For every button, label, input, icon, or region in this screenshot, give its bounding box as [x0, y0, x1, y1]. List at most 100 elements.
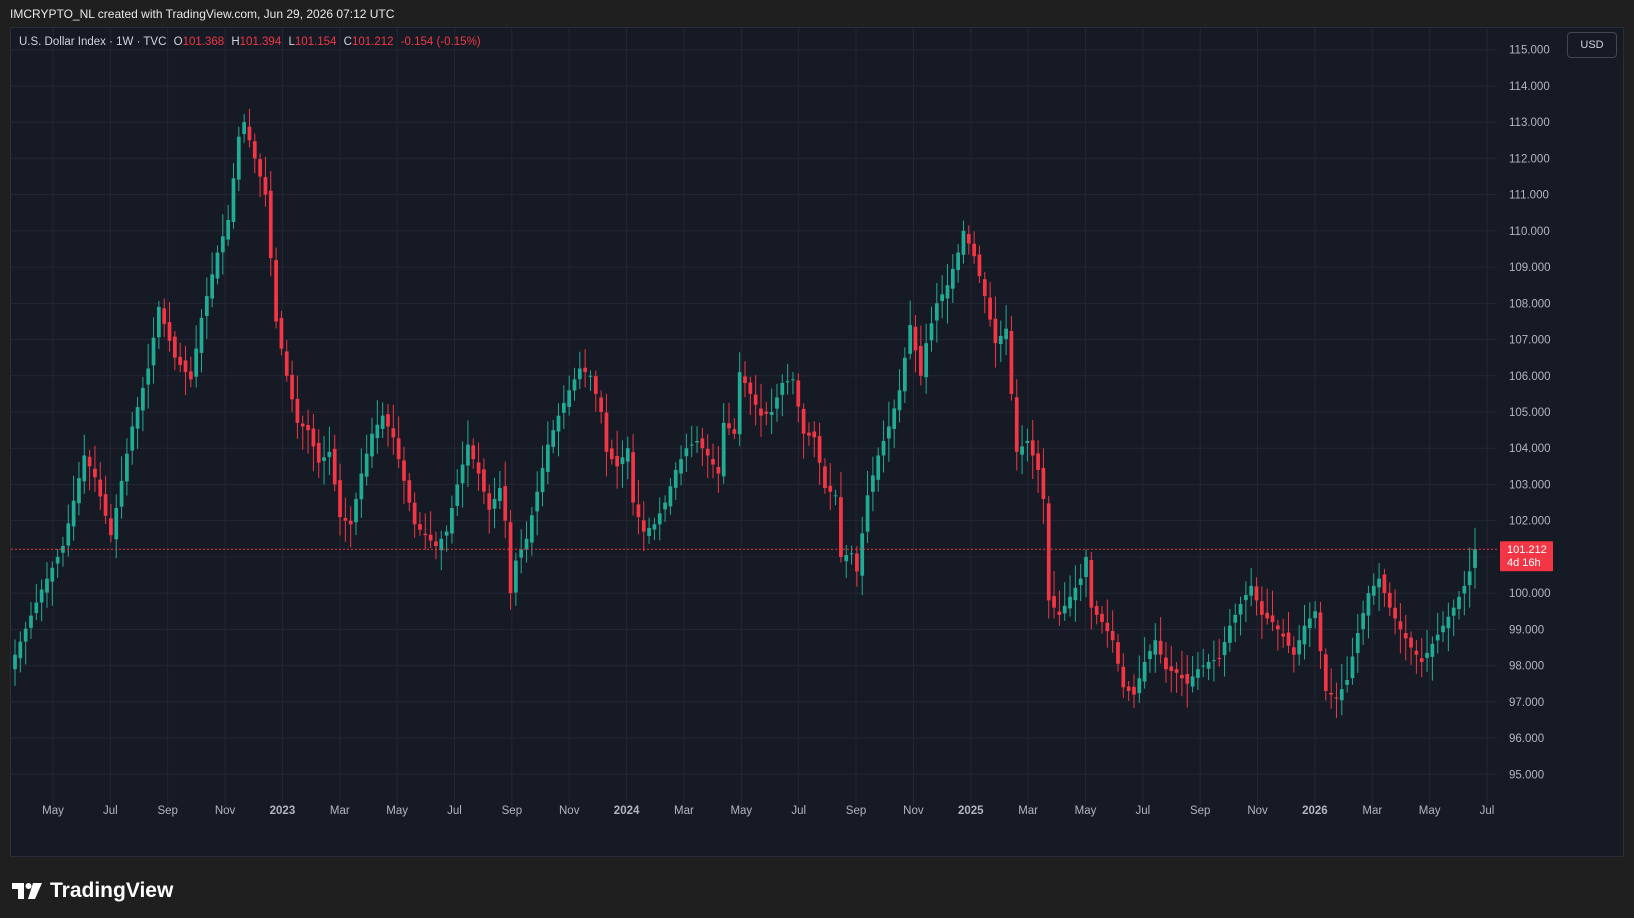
- candle-body: [609, 448, 614, 460]
- currency-button[interactable]: USD: [1567, 32, 1617, 58]
- candle-body: [1009, 330, 1014, 394]
- candle-body: [348, 520, 353, 525]
- candle-body: [519, 549, 524, 558]
- candle-body: [807, 432, 811, 436]
- caption-bar: IMCRYPTO_NL created with TradingView.com…: [0, 0, 1634, 28]
- candle-body: [716, 467, 721, 474]
- candle-body: [1201, 665, 1206, 667]
- candle-body: [1313, 611, 1318, 619]
- candle-body: [418, 524, 422, 530]
- y-tick-label: 98.000: [1509, 661, 1544, 673]
- candle-body: [652, 524, 657, 530]
- open-value: 101.368: [182, 36, 225, 48]
- candle-body: [375, 424, 380, 439]
- candle-body: [194, 348, 199, 377]
- candle-body: [956, 252, 961, 271]
- candle-body: [705, 448, 710, 456]
- x-tick-label: Nov: [559, 805, 580, 817]
- candle-body: [855, 553, 859, 572]
- time-axis[interactable]: May Jul Sep Nov 2023 Mar May Jul Sep Nov 2024 Mar Ma…: [42, 805, 1494, 817]
- x-tick-label: Sep: [1190, 805, 1210, 817]
- candle-body: [322, 457, 326, 461]
- candle-body: [1052, 596, 1056, 608]
- chart-panel[interactable]: 95.000 96.000 97.000 98.000 99.000 100.000 101…: [10, 27, 1624, 857]
- candle-body: [1425, 652, 1429, 658]
- candle-body: [466, 444, 470, 466]
- candle-body: [1339, 689, 1344, 701]
- y-tick-label: 102.000: [1509, 516, 1551, 528]
- y-tick-label: 103.000: [1509, 479, 1551, 491]
- candle-body: [1446, 616, 1451, 629]
- candle-body: [103, 494, 108, 516]
- candle-body: [487, 493, 492, 510]
- candle-body: [71, 500, 76, 527]
- candle-body: [769, 412, 774, 415]
- candle-body: [476, 462, 481, 474]
- candle-body: [1084, 556, 1088, 578]
- candle-body: [1105, 622, 1110, 632]
- candle-body: [753, 394, 758, 405]
- x-tick-label: Jul: [103, 805, 118, 817]
- candle-body: [572, 379, 577, 391]
- x-tick-label: Jul: [791, 805, 806, 817]
- y-tick-label: 108.000: [1509, 298, 1551, 310]
- candle-body: [588, 375, 593, 377]
- candle-body: [535, 491, 540, 512]
- candle-body: [1158, 640, 1163, 655]
- candle-body: [1068, 596, 1072, 609]
- candle-body: [167, 322, 172, 341]
- candle-body: [130, 426, 135, 451]
- tradingview-logo[interactable]: TradingView: [12, 879, 173, 903]
- high-label: H: [231, 36, 240, 48]
- candle-body: [849, 553, 854, 555]
- price-axis[interactable]: 95.000 96.000 97.000 98.000 99.000 100.000 101…: [1509, 45, 1551, 782]
- candle-body: [1078, 578, 1083, 585]
- y-tick-label: 112.000: [1509, 153, 1550, 165]
- candle-body: [748, 382, 753, 394]
- candle-body: [1126, 686, 1131, 691]
- candle-body: [972, 243, 976, 257]
- candle-body: [1228, 625, 1232, 643]
- candle-body: [1371, 585, 1376, 596]
- candle-body: [210, 274, 215, 299]
- candle-body: [1361, 613, 1365, 630]
- price-chart[interactable]: 95.000 96.000 97.000 98.000 99.000 100.000 101…: [11, 28, 1623, 856]
- candle-body: [423, 533, 428, 536]
- candle-body: [1094, 606, 1099, 615]
- candle-body: [620, 457, 625, 465]
- y-tick-label: 114.000: [1509, 81, 1550, 93]
- candle-body: [503, 486, 508, 521]
- candle-body: [471, 445, 476, 460]
- candle-body: [1323, 654, 1328, 691]
- candle-body: [183, 360, 188, 373]
- candle-body: [1366, 593, 1371, 616]
- symbol-label[interactable]: U.S. Dollar Index · 1W · TVC: [19, 36, 166, 48]
- candle-body: [1036, 453, 1040, 470]
- candle-body: [625, 448, 630, 462]
- grid: [11, 28, 1497, 806]
- candle-body: [759, 408, 763, 416]
- candle-body: [386, 414, 390, 427]
- candle-body: [450, 508, 454, 534]
- candle-body: [455, 484, 460, 506]
- candle-body: [1100, 613, 1104, 623]
- price-tag-countdown: 4d 16h: [1507, 557, 1541, 569]
- candle-body: [18, 641, 23, 659]
- candle-body: [82, 455, 87, 482]
- x-tick-label: May: [1075, 805, 1097, 817]
- candle-body: [141, 387, 145, 411]
- candle-body: [982, 279, 987, 297]
- candle-body: [668, 486, 673, 507]
- candle-body: [114, 508, 119, 540]
- candle-body: [615, 456, 619, 467]
- candle-body: [871, 475, 875, 492]
- candle-body: [593, 376, 598, 394]
- candle-body: [663, 502, 667, 510]
- y-tick-label: 100.000: [1509, 588, 1551, 600]
- candle-body: [1057, 611, 1062, 615]
- candle-body: [860, 533, 865, 576]
- candle-body: [689, 444, 694, 446]
- candle-body: [1185, 674, 1190, 684]
- candle-body: [1073, 587, 1078, 601]
- candle-body: [311, 428, 316, 447]
